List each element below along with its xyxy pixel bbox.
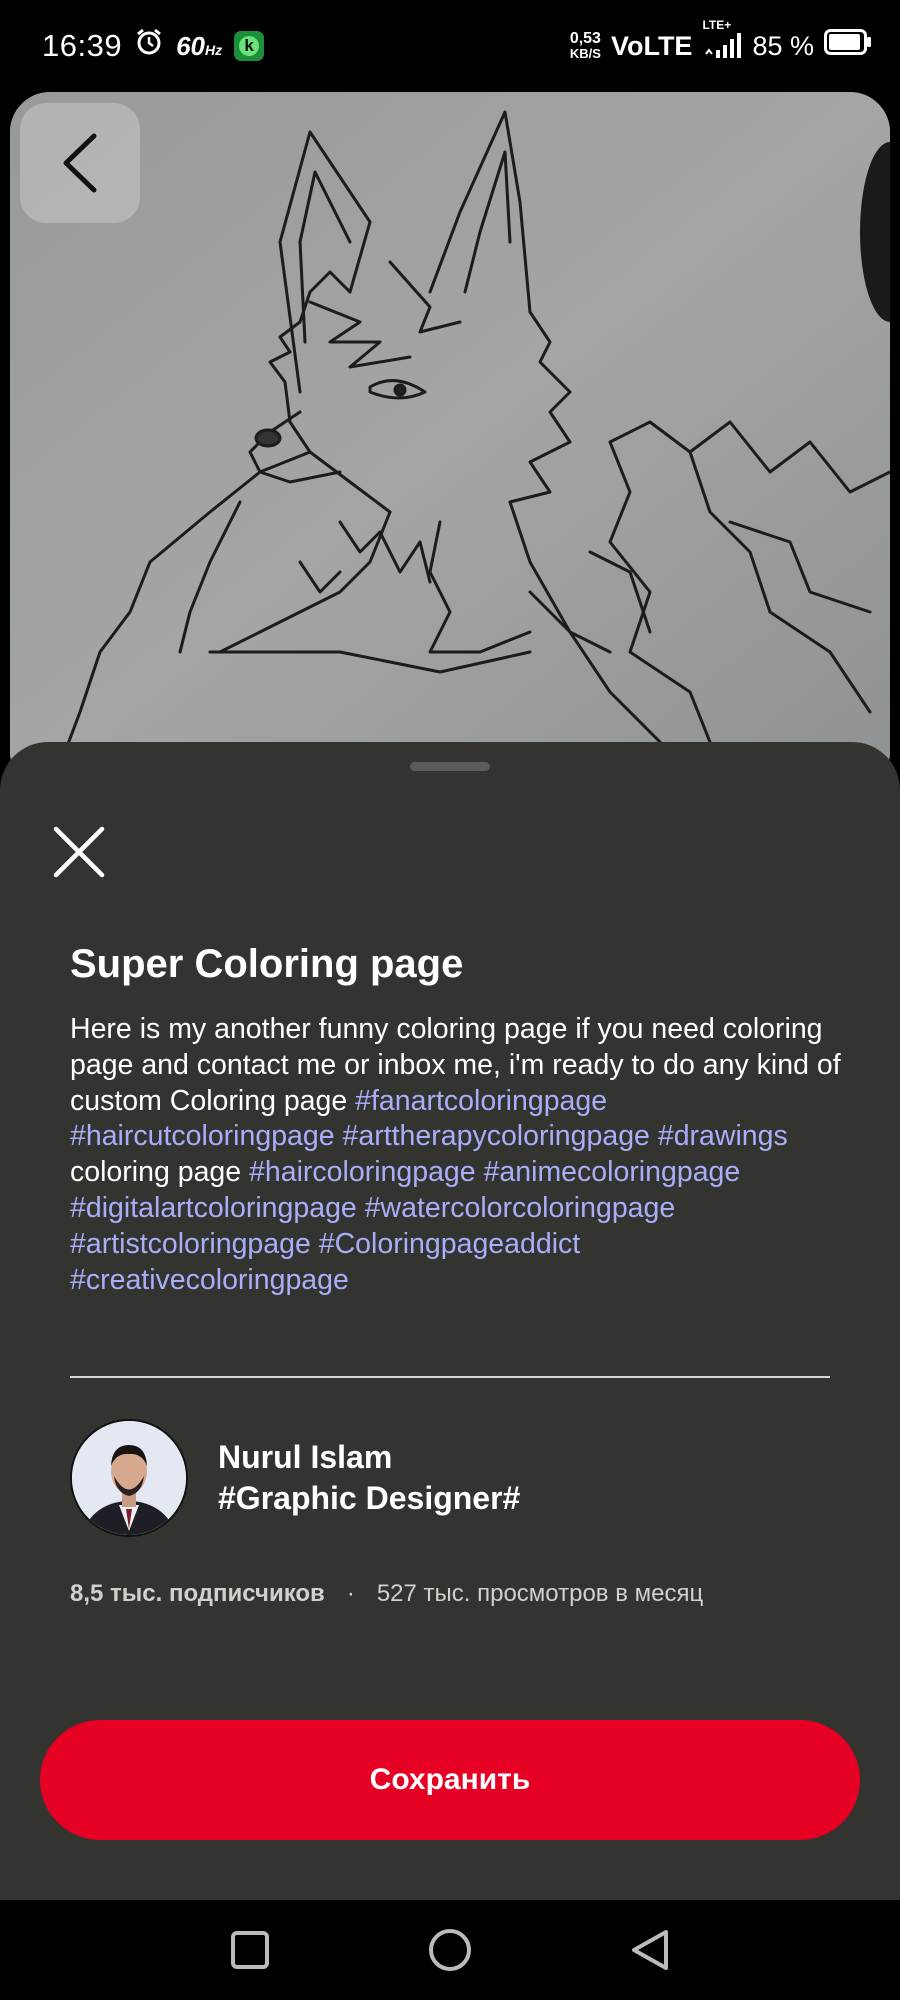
- home-button[interactable]: [420, 1920, 480, 1980]
- hashtag-link[interactable]: #haircutcoloringpage: [70, 1120, 335, 1152]
- pin-details-sheet: Super Coloring page Here is my another f…: [0, 742, 900, 1900]
- refresh-rate: 60Hz: [176, 30, 223, 61]
- circle-icon: [429, 1929, 471, 1971]
- divider: [70, 1376, 830, 1378]
- hashtag-link[interactable]: #Coloringpageaddict: [319, 1228, 580, 1260]
- hashtag-link[interactable]: #digitalartcoloringpage: [70, 1192, 357, 1224]
- description-text: [357, 1192, 365, 1224]
- chevron-left-icon: [63, 133, 97, 193]
- back-button[interactable]: [20, 103, 140, 223]
- monthly-views: 527 тыс. просмотров в месяц: [376, 1580, 704, 1607]
- sheet-drag-handle[interactable]: [410, 762, 490, 771]
- close-icon: [53, 826, 105, 878]
- system-nav-bar: [0, 1900, 900, 2000]
- volte-label: VoLTE: [610, 30, 693, 61]
- status-right: 0,53 KB/S VoLTE LTE+ 85 %: [569, 18, 872, 63]
- description-text: [476, 1156, 484, 1188]
- creator-name-line2: #Graphic Designer#: [218, 1480, 521, 1516]
- net-speed: 0,53 KB/S: [569, 30, 601, 62]
- fox-sketch-image: [10, 92, 890, 792]
- pin-image[interactable]: [10, 92, 890, 792]
- creator-name-line1: Nurul Islam: [218, 1439, 393, 1475]
- alarm-icon: [134, 27, 164, 65]
- description-text: coloring page: [70, 1156, 250, 1189]
- hashtag-link[interactable]: #haircoloringpage: [249, 1156, 476, 1188]
- back-nav-button[interactable]: [620, 1920, 680, 1980]
- pin-title: Super Coloring page: [70, 942, 464, 986]
- status-time: 16:39: [42, 28, 123, 63]
- save-button[interactable]: Сохранить: [40, 1720, 860, 1840]
- hashtag-link[interactable]: #artistcoloringpage: [70, 1228, 311, 1260]
- app-notification-icon: k: [234, 31, 265, 61]
- avatar[interactable]: [70, 1419, 188, 1537]
- battery-icon: [824, 29, 872, 63]
- close-button[interactable]: [50, 823, 108, 881]
- hashtag-link[interactable]: #watercolorcoloringpage: [365, 1192, 676, 1224]
- square-icon: [231, 1931, 269, 1969]
- followers-count: 8,5 тыс. подписчиков: [70, 1580, 325, 1607]
- creator-name[interactable]: Nurul Islam #Graphic Designer#: [218, 1437, 520, 1519]
- hashtag-link[interactable]: #fanartcoloringpage: [355, 1085, 607, 1117]
- hashtag-link[interactable]: #drawings: [658, 1120, 788, 1152]
- pin-description: Here is my another funny coloring page i…: [70, 1012, 850, 1298]
- hashtag-link[interactable]: #animecoloringpage: [484, 1156, 741, 1188]
- creator-row[interactable]: Nurul Islam #Graphic Designer#: [70, 1419, 520, 1537]
- description-text: [335, 1120, 343, 1152]
- triangle-back-icon: [632, 1930, 668, 1970]
- hashtag-link[interactable]: #arttherapycoloringpage: [343, 1120, 650, 1152]
- battery-level: 85 %: [752, 30, 814, 61]
- signal-icon: LTE+: [702, 18, 742, 60]
- recents-button[interactable]: [220, 1920, 280, 1980]
- creator-stats: 8,5 тыс. подписчиков · 527 тыс. просмотр…: [70, 1580, 703, 1608]
- status-bar: 16:39 60Hz k 0,53 KB/S VoLTE LTE+ 85 %: [0, 0, 900, 92]
- status-left: 16:39 60Hz k: [42, 27, 265, 65]
- description-text: [650, 1120, 658, 1152]
- hashtag-link[interactable]: #creativecoloringpage: [70, 1264, 349, 1296]
- stats-separator: ·: [346, 1580, 355, 1607]
- description-text: [311, 1228, 319, 1260]
